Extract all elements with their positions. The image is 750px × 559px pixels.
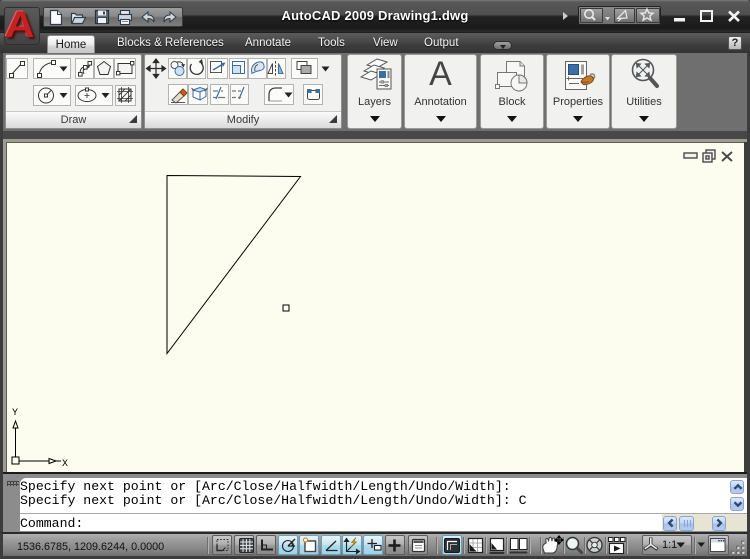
svg-text:X: X — [62, 459, 68, 470]
svg-text:Y: Y — [12, 408, 18, 419]
